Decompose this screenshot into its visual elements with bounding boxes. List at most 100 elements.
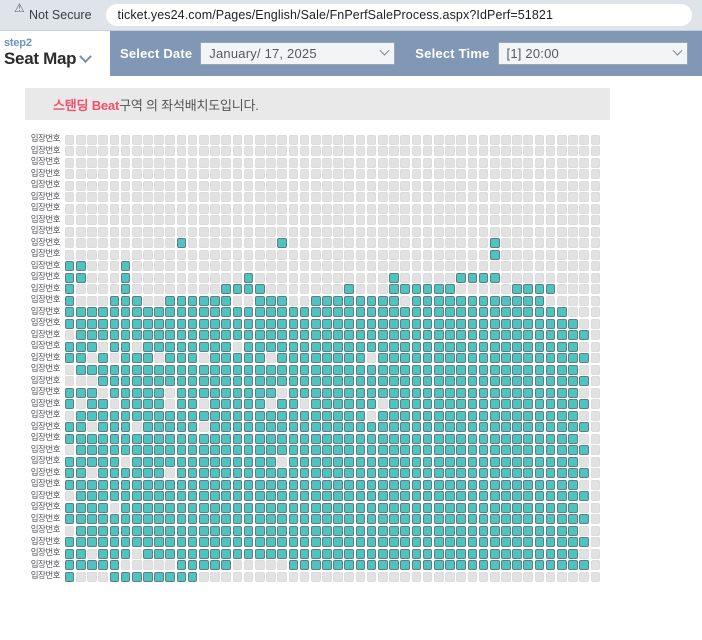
seat-taken[interactable]: [321, 364, 332, 376]
seat-taken[interactable]: [120, 387, 131, 399]
seat-taken[interactable]: [534, 399, 545, 411]
seat-taken[interactable]: [221, 479, 232, 491]
seat-available[interactable]: [355, 272, 366, 284]
seat-available[interactable]: [590, 192, 601, 204]
seat-taken[interactable]: [388, 560, 399, 572]
seat-available[interactable]: [556, 295, 567, 307]
seat-available[interactable]: [377, 146, 388, 158]
seat-taken[interactable]: [377, 445, 388, 457]
seat-available[interactable]: [187, 284, 198, 296]
seat-taken[interactable]: [400, 341, 411, 353]
seat-available[interactable]: [467, 192, 478, 204]
seat-taken[interactable]: [444, 376, 455, 388]
seat-taken[interactable]: [254, 491, 265, 503]
seat-taken[interactable]: [500, 548, 511, 560]
seat-taken[interactable]: [512, 330, 523, 342]
seat-taken[interactable]: [265, 537, 276, 549]
seat-taken[interactable]: [288, 548, 299, 560]
seat-taken[interactable]: [545, 387, 556, 399]
seat-available[interactable]: [523, 203, 534, 215]
seat-taken[interactable]: [333, 318, 344, 330]
seat-available[interactable]: [109, 226, 120, 238]
seat-taken[interactable]: [411, 433, 422, 445]
seat-taken[interactable]: [176, 330, 187, 342]
seat-available[interactable]: [579, 433, 590, 445]
seat-taken[interactable]: [467, 399, 478, 411]
seat-taken[interactable]: [344, 295, 355, 307]
seat-taken[interactable]: [98, 456, 109, 468]
seat-available[interactable]: [277, 571, 288, 583]
seat-taken[interactable]: [209, 410, 220, 422]
seat-taken[interactable]: [388, 307, 399, 319]
seat-available[interactable]: [467, 284, 478, 296]
seat-available[interactable]: [400, 192, 411, 204]
seat-available[interactable]: [176, 226, 187, 238]
seat-taken[interactable]: [433, 364, 444, 376]
seat-taken[interactable]: [165, 295, 176, 307]
seat-available[interactable]: [500, 261, 511, 273]
seat-available[interactable]: [120, 146, 131, 158]
seat-available[interactable]: [411, 180, 422, 192]
seat-taken[interactable]: [433, 502, 444, 514]
seat-taken[interactable]: [165, 422, 176, 434]
seat-taken[interactable]: [567, 502, 578, 514]
seat-taken[interactable]: [232, 456, 243, 468]
seat-taken[interactable]: [165, 318, 176, 330]
seat-available[interactable]: [120, 169, 131, 181]
seat-taken[interactable]: [422, 399, 433, 411]
seat-taken[interactable]: [64, 456, 75, 468]
seat-taken[interactable]: [254, 295, 265, 307]
seat-taken[interactable]: [355, 491, 366, 503]
seat-available[interactable]: [333, 134, 344, 146]
seat-taken[interactable]: [400, 376, 411, 388]
seat-taken[interactable]: [75, 514, 86, 526]
seat-taken[interactable]: [456, 433, 467, 445]
seat-available[interactable]: [142, 295, 153, 307]
seat-taken[interactable]: [86, 525, 97, 537]
seat-taken[interactable]: [321, 548, 332, 560]
seat-taken[interactable]: [366, 295, 377, 307]
seat-taken[interactable]: [366, 318, 377, 330]
seat-taken[interactable]: [165, 548, 176, 560]
seat-available[interactable]: [400, 180, 411, 192]
seat-available[interactable]: [288, 272, 299, 284]
security-status-chip[interactable]: Not Secure: [10, 2, 100, 24]
seat-taken[interactable]: [120, 479, 131, 491]
seat-taken[interactable]: [556, 341, 567, 353]
seat-available[interactable]: [377, 203, 388, 215]
seat-available[interactable]: [221, 192, 232, 204]
seat-available[interactable]: [254, 571, 265, 583]
seat-available[interactable]: [355, 134, 366, 146]
seat-available[interactable]: [366, 249, 377, 261]
seat-available[interactable]: [109, 353, 120, 365]
seat-available[interactable]: [400, 226, 411, 238]
seat-available[interactable]: [400, 157, 411, 169]
seat-available[interactable]: [433, 203, 444, 215]
seat-taken[interactable]: [556, 307, 567, 319]
seat-taken[interactable]: [310, 548, 321, 560]
seat-taken[interactable]: [545, 514, 556, 526]
seat-taken[interactable]: [500, 456, 511, 468]
seat-available[interactable]: [165, 272, 176, 284]
seat-available[interactable]: [388, 192, 399, 204]
seat-available[interactable]: [232, 249, 243, 261]
seat-taken[interactable]: [209, 560, 220, 572]
seat-taken[interactable]: [388, 468, 399, 480]
seat-available[interactable]: [131, 261, 142, 273]
seat-available[interactable]: [310, 192, 321, 204]
seat-taken[interactable]: [344, 330, 355, 342]
seat-taken[interactable]: [545, 491, 556, 503]
seat-available[interactable]: [366, 410, 377, 422]
seat-taken[interactable]: [165, 330, 176, 342]
seat-taken[interactable]: [512, 387, 523, 399]
seat-taken[interactable]: [444, 491, 455, 503]
seat-taken[interactable]: [355, 479, 366, 491]
seat-taken[interactable]: [154, 479, 165, 491]
seat-available[interactable]: [456, 226, 467, 238]
seat-available[interactable]: [333, 238, 344, 250]
seat-taken[interactable]: [109, 307, 120, 319]
seat-available[interactable]: [590, 445, 601, 457]
seat-taken[interactable]: [64, 514, 75, 526]
seat-available[interactable]: [288, 238, 299, 250]
seat-available[interactable]: [512, 272, 523, 284]
